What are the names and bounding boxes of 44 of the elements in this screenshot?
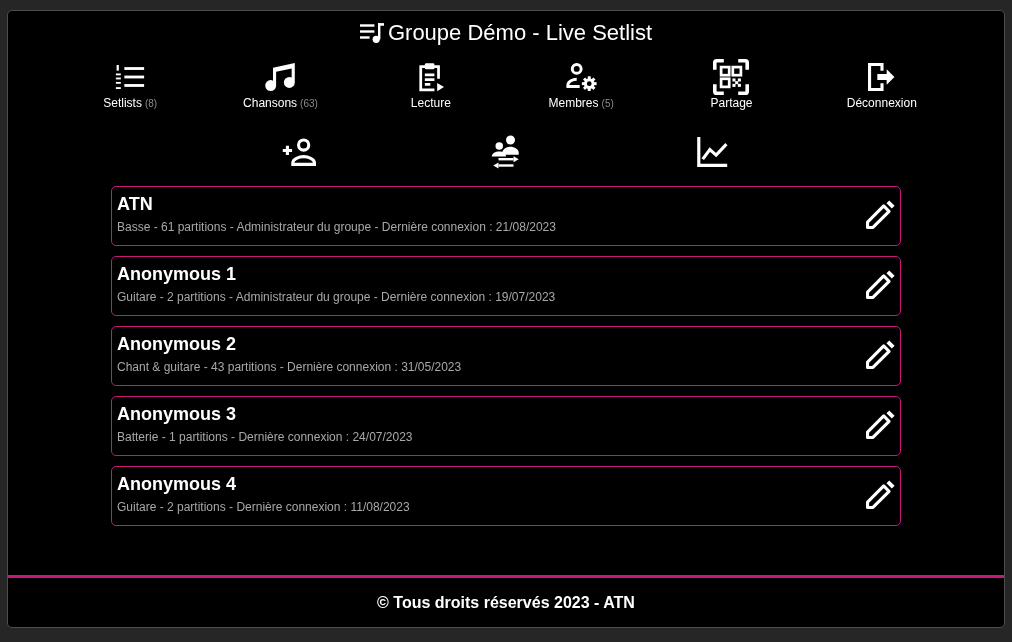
numbered-list-icon bbox=[115, 65, 146, 89]
member-card[interactable]: ATN Basse - 61 partitions - Administrateur du groupe - Dernière connexion : 21/08/2023 bbox=[111, 186, 901, 246]
add-user-icon bbox=[282, 138, 317, 166]
line-chart-icon bbox=[696, 137, 729, 167]
nav-button[interactable]: Partage bbox=[710, 59, 753, 111]
member-name: Anonymous 2 bbox=[117, 334, 237, 354]
copyright-text: © Tous droits réservés 2023 - ATN bbox=[377, 592, 635, 613]
user-swap-icon bbox=[491, 135, 521, 169]
member-details: Batterie - 1 partitions - Dernière connexion : 24/07/2023 bbox=[117, 430, 413, 444]
nav-button[interactable]: Lecture bbox=[410, 59, 451, 111]
playlist-music-icon bbox=[359, 23, 384, 43]
member-card[interactable]: Anonymous 3 Batterie - 1 partitions - Dernière connexion : 24/07/2023 bbox=[111, 396, 901, 456]
member-details: Guitare - 2 partitions - Dernière connexion : 11/08/2023 bbox=[117, 500, 410, 514]
edit-button[interactable] bbox=[865, 268, 897, 300]
edit-button[interactable] bbox=[865, 408, 897, 440]
pencil-icon bbox=[866, 409, 896, 439]
member-card[interactable]: Anonymous 1 Guitare - 2 partitions - Administrateur du groupe - Dernière connexion : 19/07/2023 bbox=[111, 256, 901, 316]
edit-button[interactable] bbox=[865, 478, 897, 510]
nav-button[interactable]: Membres (5) bbox=[548, 59, 614, 111]
pencil-icon bbox=[866, 269, 896, 299]
member-name: Anonymous 3 bbox=[117, 404, 237, 424]
member-name: Anonymous 1 bbox=[117, 264, 237, 284]
nav-button[interactable]: Déconnexion bbox=[846, 59, 917, 111]
member-details: Guitare - 2 partitions - Administrateur du groupe - Dernière connexion : 19/07/2023 bbox=[117, 290, 556, 304]
add-member-button[interactable] bbox=[280, 136, 319, 168]
user-gear-icon bbox=[565, 63, 597, 91]
pencil-icon bbox=[866, 479, 896, 509]
logout-icon bbox=[867, 63, 896, 91]
member-name: ATN bbox=[117, 194, 154, 214]
edit-button[interactable] bbox=[865, 338, 897, 370]
pencil-icon bbox=[866, 339, 896, 369]
edit-button[interactable] bbox=[865, 198, 897, 230]
clipboard-play-icon bbox=[417, 62, 444, 92]
pencil-icon bbox=[866, 199, 896, 229]
member-card[interactable]: Anonymous 2 Chant & guitare - 43 partitions - Dernière connexion : 31/05/2023 bbox=[111, 326, 901, 386]
member-details: Basse - 61 partitions - Administrateur du groupe - Dernière connexion : 21/08/2023 bbox=[117, 220, 556, 234]
qr-code-icon bbox=[713, 59, 750, 95]
member-card[interactable]: Anonymous 4 Guitare - 2 partitions - Dernière connexion : 11/08/2023 bbox=[111, 466, 901, 526]
nav-button[interactable]: Setlists (8) bbox=[103, 59, 158, 111]
nav-button[interactable]: Chansons (63) bbox=[243, 59, 318, 111]
app-title: Groupe Démo - Live Setlist bbox=[387, 21, 653, 45]
member-name: Anonymous 4 bbox=[117, 474, 237, 494]
member-details: Chant & guitare - 43 partitions - Dernière connexion : 31/05/2023 bbox=[117, 360, 462, 374]
music-notes-icon bbox=[265, 63, 296, 91]
